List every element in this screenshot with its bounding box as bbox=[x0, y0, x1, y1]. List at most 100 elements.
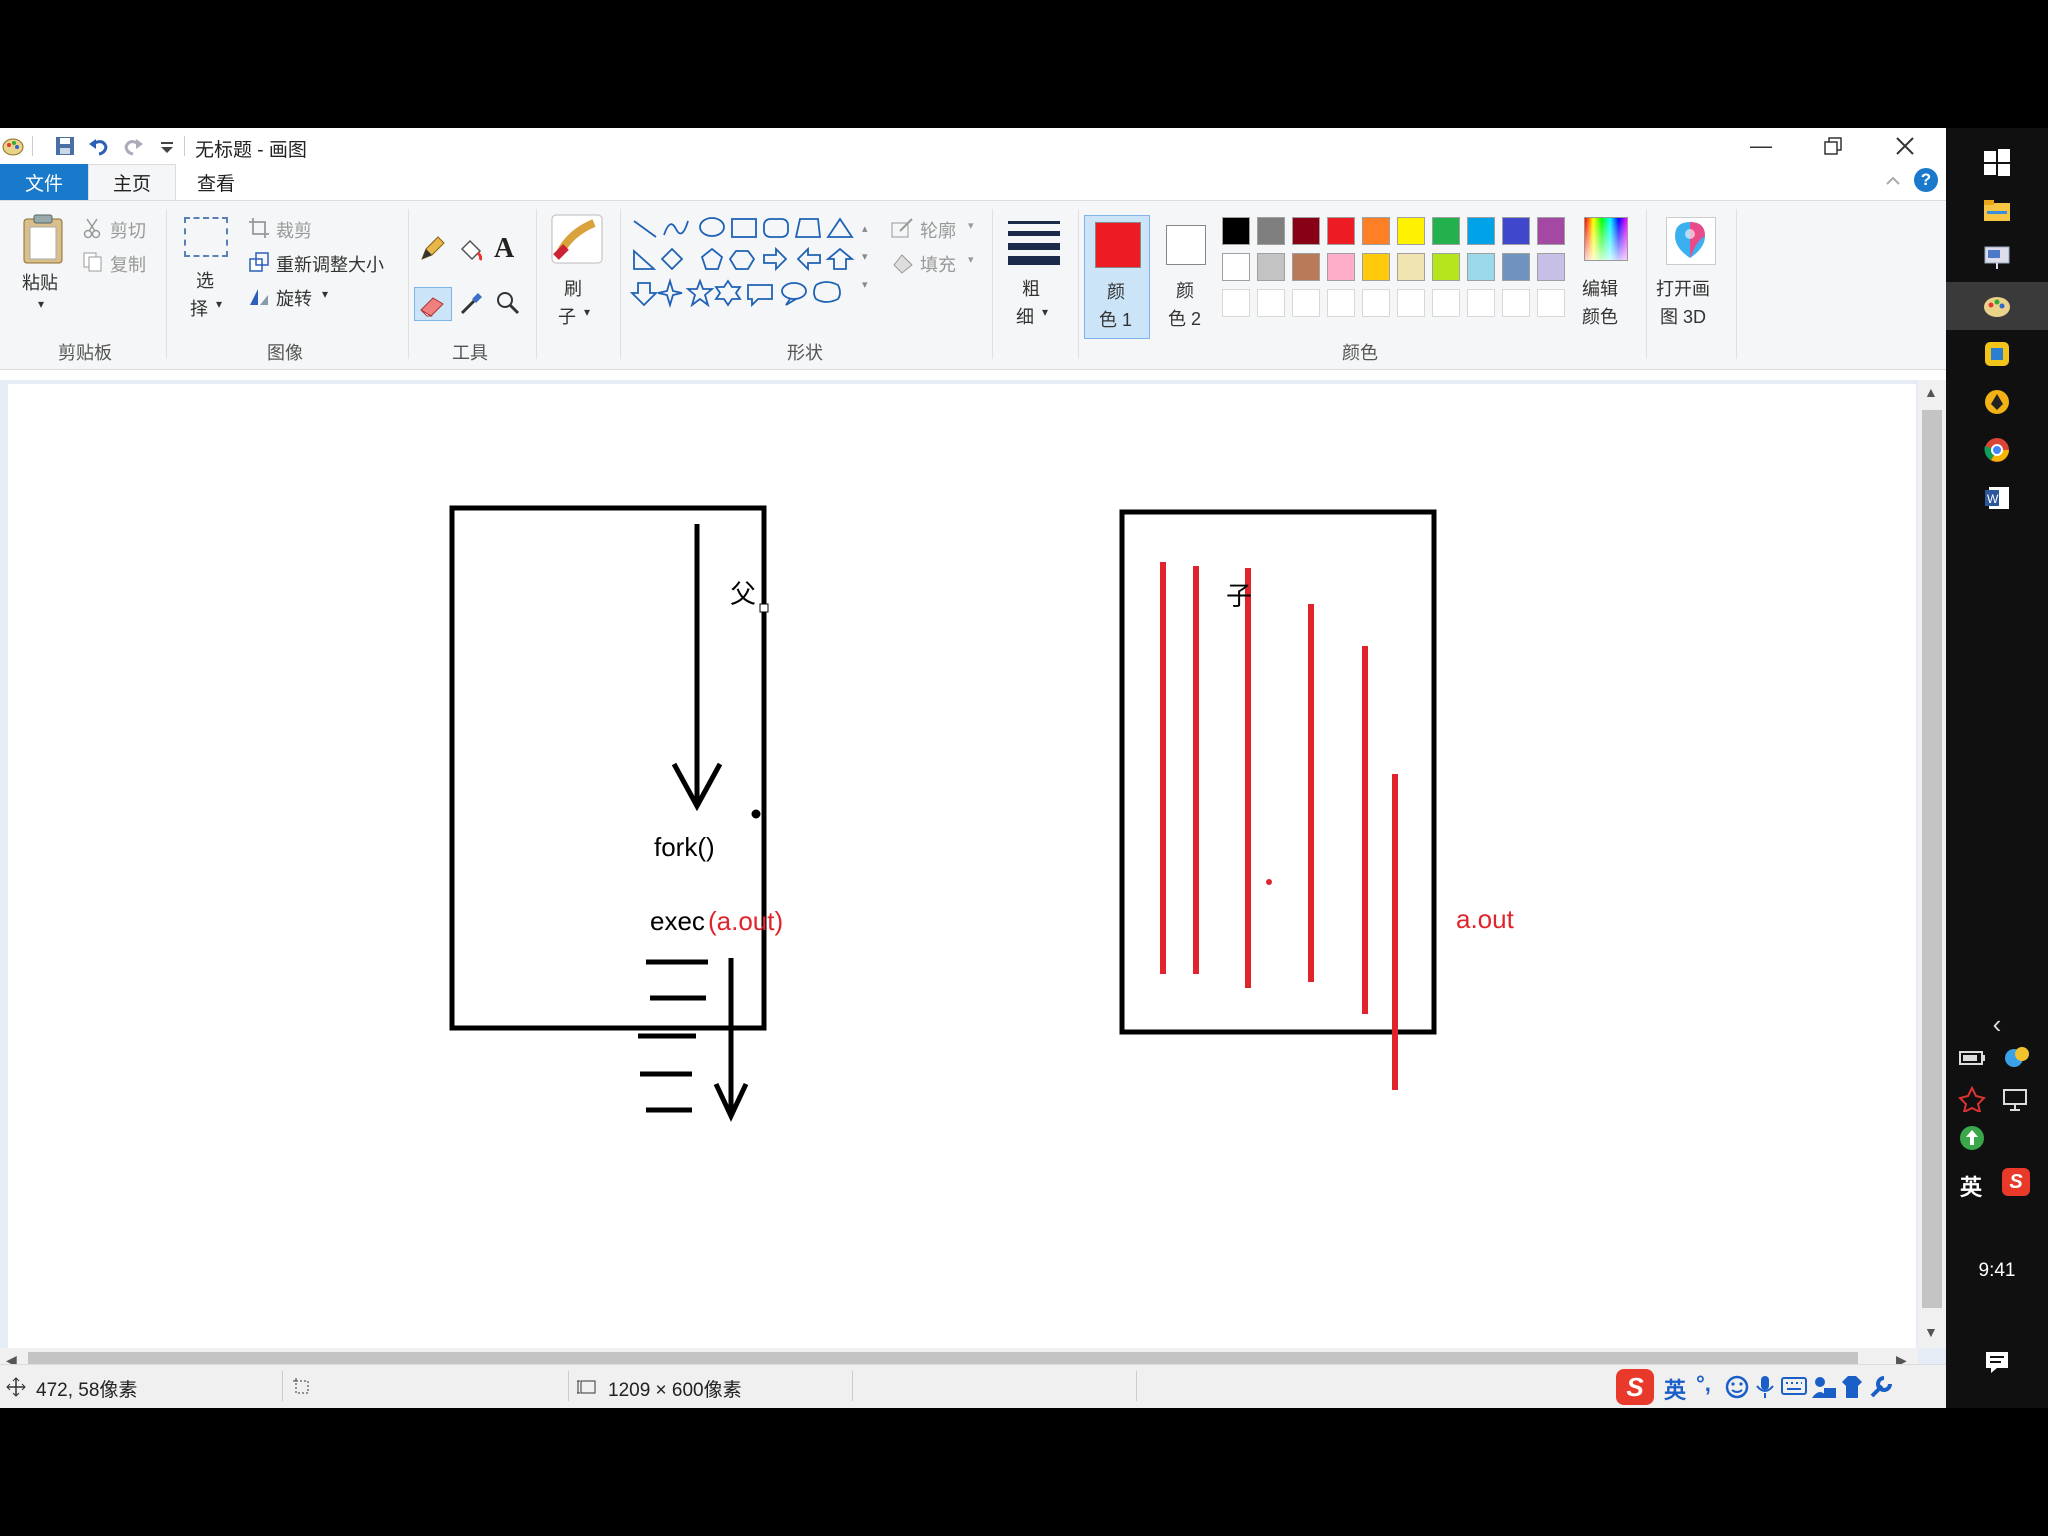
open-paint3d-button[interactable]: 打开画 图 3D bbox=[1652, 213, 1732, 333]
copy-label: 复制 bbox=[110, 255, 146, 275]
color1-label-1: 颜 bbox=[1107, 282, 1125, 302]
palette-swatch[interactable] bbox=[1292, 289, 1320, 317]
security-icon[interactable] bbox=[1958, 1085, 1986, 1117]
eraser-tool[interactable] bbox=[414, 287, 452, 321]
palette-swatch[interactable] bbox=[1222, 289, 1250, 317]
crop-icon bbox=[249, 218, 269, 238]
sogou-ime-icon[interactable]: S bbox=[1616, 1369, 1654, 1405]
taskbar-chrome[interactable] bbox=[1946, 426, 2048, 474]
clock[interactable]: 9:41 bbox=[1946, 1260, 2048, 1282]
palette-swatch[interactable] bbox=[1257, 217, 1285, 245]
palette-swatch[interactable] bbox=[1327, 217, 1355, 245]
select-button[interactable]: 选 择 ▾ bbox=[180, 215, 234, 323]
palette-swatch[interactable] bbox=[1292, 217, 1320, 245]
palette-swatch[interactable] bbox=[1502, 217, 1530, 245]
start-button[interactable] bbox=[1946, 138, 2048, 186]
palette-swatch[interactable] bbox=[1327, 289, 1355, 317]
taskbar-presentation-app[interactable] bbox=[1946, 234, 2048, 282]
paste-button[interactable]: 粘贴 ▾ bbox=[16, 213, 70, 311]
palette-swatch[interactable] bbox=[1537, 253, 1565, 281]
text-tool[interactable]: A bbox=[494, 233, 524, 264]
help-icon[interactable]: ? bbox=[1914, 168, 1938, 192]
network-icon[interactable] bbox=[2002, 1086, 2030, 1117]
palette-swatch[interactable] bbox=[1292, 253, 1320, 281]
tools-group-label: 工具 bbox=[452, 343, 488, 363]
minimize-button[interactable]: — bbox=[1728, 128, 1794, 164]
ime-punctuation-icon[interactable]: °, bbox=[1696, 1371, 1711, 1397]
palette-swatch[interactable] bbox=[1397, 289, 1425, 317]
edit-colors-button[interactable]: 编辑 颜色 bbox=[1580, 213, 1630, 333]
tab-home[interactable]: 主页 bbox=[88, 164, 176, 200]
fill-tool[interactable] bbox=[456, 235, 486, 265]
word-icon: W bbox=[1985, 487, 2009, 509]
keyboard-icon[interactable] bbox=[1780, 1374, 1808, 1400]
pencil-tool[interactable] bbox=[418, 235, 448, 265]
palette-swatch[interactable] bbox=[1537, 217, 1565, 245]
ime-language-toggle[interactable]: 英 bbox=[1664, 1373, 1686, 1405]
paint-app-icon[interactable] bbox=[2, 135, 24, 157]
palette-swatch[interactable] bbox=[1432, 289, 1460, 317]
presentation-icon bbox=[1984, 246, 2010, 269]
palette-swatch[interactable] bbox=[1362, 253, 1390, 281]
palette-swatch[interactable] bbox=[1397, 253, 1425, 281]
tab-file[interactable]: 文件 bbox=[0, 164, 88, 200]
wrench-icon[interactable] bbox=[1868, 1374, 1894, 1400]
show-hidden-icons-chevron-icon[interactable]: ‹ bbox=[1946, 1000, 2048, 1048]
taskbar-app-yellow[interactable] bbox=[1946, 330, 2048, 378]
palette-swatch[interactable] bbox=[1397, 217, 1425, 245]
redo-icon[interactable] bbox=[122, 135, 144, 157]
undo-icon[interactable] bbox=[88, 135, 110, 157]
skin-shirt-icon[interactable] bbox=[1840, 1374, 1864, 1400]
color2-button[interactable]: 颜 色 2 bbox=[1154, 215, 1220, 339]
color1-button[interactable]: 颜 色 1 bbox=[1084, 215, 1150, 339]
update-icon[interactable] bbox=[1958, 1124, 1986, 1157]
palette-swatch[interactable] bbox=[1467, 289, 1495, 317]
taskbar-paint[interactable] bbox=[1946, 282, 2048, 330]
rotate-icon bbox=[250, 289, 268, 305]
drawing-canvas[interactable]: 父 子 fork() exec (a.out) a.out bbox=[8, 384, 1916, 1348]
user-icon[interactable] bbox=[1810, 1374, 1838, 1400]
size-button[interactable]: 粗 细 ▾ bbox=[1002, 213, 1066, 333]
action-center-button[interactable] bbox=[1946, 1338, 2048, 1386]
palette-swatch[interactable] bbox=[1222, 217, 1250, 245]
palette-swatch[interactable] bbox=[1362, 289, 1390, 317]
save-icon[interactable] bbox=[54, 135, 76, 157]
customize-quick-access-icon[interactable] bbox=[156, 135, 178, 157]
palette-swatch[interactable] bbox=[1222, 253, 1250, 281]
palette-swatch[interactable] bbox=[1537, 289, 1565, 317]
palette-swatch[interactable] bbox=[1432, 253, 1460, 281]
scroll-down-icon[interactable]: ▼ bbox=[1924, 1324, 1938, 1340]
brushes-button[interactable]: 刷 子 ▾ bbox=[546, 213, 610, 333]
cloud-app-icon[interactable] bbox=[2002, 1044, 2032, 1075]
taskbar-app-orange[interactable] bbox=[1946, 378, 2048, 426]
palette-swatch[interactable] bbox=[1467, 253, 1495, 281]
palette-swatch[interactable] bbox=[1257, 253, 1285, 281]
shapes-scroll-icon[interactable]: ▴ ▾ ▾ bbox=[862, 215, 868, 299]
vertical-scrollbar[interactable]: ▲ ▼ bbox=[1918, 380, 1946, 1348]
taskbar-file-explorer[interactable] bbox=[1946, 186, 2048, 234]
vertical-scroll-thumb[interactable] bbox=[1922, 410, 1942, 1308]
palette-swatch[interactable] bbox=[1257, 289, 1285, 317]
emoji-icon[interactable] bbox=[1724, 1374, 1750, 1400]
resize-icon bbox=[249, 252, 269, 272]
sogou-tray-icon[interactable]: S bbox=[2002, 1168, 2030, 1196]
palette-swatch[interactable] bbox=[1502, 253, 1530, 281]
magnifier-tool[interactable] bbox=[494, 289, 524, 319]
palette-swatch[interactable] bbox=[1502, 289, 1530, 317]
microphone-icon[interactable] bbox=[1754, 1374, 1776, 1400]
exec-down-arrow bbox=[713, 958, 749, 1122]
battery-icon[interactable] bbox=[1958, 1046, 1988, 1073]
restore-button[interactable] bbox=[1800, 128, 1866, 164]
collapse-ribbon-icon[interactable] bbox=[1882, 170, 1904, 192]
taskbar-word[interactable]: W bbox=[1946, 474, 2048, 522]
palette-swatch[interactable] bbox=[1327, 253, 1355, 281]
close-button[interactable] bbox=[1872, 128, 1938, 164]
palette-swatch[interactable] bbox=[1362, 217, 1390, 245]
color-picker-tool[interactable] bbox=[458, 289, 488, 319]
palette-swatch[interactable] bbox=[1432, 217, 1460, 245]
scroll-up-icon[interactable]: ▲ bbox=[1924, 384, 1938, 400]
tab-view[interactable]: 查看 bbox=[176, 164, 256, 200]
palette-swatch[interactable] bbox=[1467, 217, 1495, 245]
input-language[interactable]: 英 bbox=[1960, 1170, 1982, 1202]
shapes-gallery[interactable] bbox=[629, 213, 860, 315]
